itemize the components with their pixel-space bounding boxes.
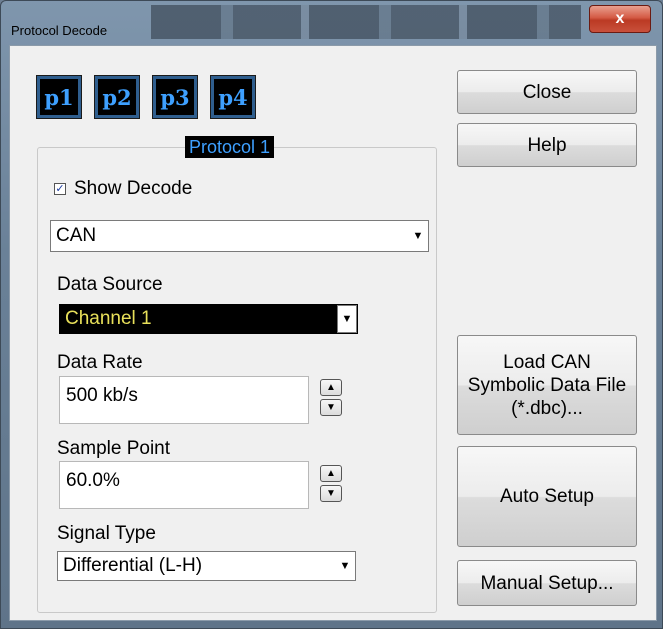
- protocol-decode-window: Protocol Decode x p1 p2 p3 p4 Protocol 1…: [0, 0, 663, 629]
- help-button[interactable]: Help: [457, 123, 637, 167]
- protocol-group-title: Protocol 1: [185, 136, 275, 158]
- chevron-down-icon: ▼: [337, 305, 357, 333]
- window-title: Protocol Decode: [11, 23, 108, 38]
- window-close-icon[interactable]: x: [589, 5, 651, 33]
- data-source-value: Channel 1: [65, 308, 152, 329]
- protocol-tab-p4[interactable]: p4: [210, 75, 256, 119]
- data-rate-down-button[interactable]: ▼: [320, 399, 342, 416]
- protocol-tab-p3[interactable]: p3: [152, 75, 198, 119]
- protocol-tab-p1[interactable]: p1: [36, 75, 82, 119]
- chevron-down-icon: ▼: [412, 230, 424, 242]
- show-decode-row[interactable]: ✓ Show Decode: [54, 178, 192, 200]
- show-decode-label: Show Decode: [74, 178, 193, 199]
- sample-point-down-button[interactable]: ▼: [320, 485, 342, 502]
- sample-point-up-button[interactable]: ▲: [320, 465, 342, 482]
- sample-point-field[interactable]: 60.0%: [59, 461, 309, 509]
- show-decode-checkbox[interactable]: ✓: [54, 183, 66, 195]
- data-rate-up-button[interactable]: ▲: [320, 379, 342, 396]
- data-source-label: Data Source: [57, 274, 163, 295]
- protocol-tab-p2[interactable]: p2: [94, 75, 140, 119]
- data-rate-field[interactable]: 500 kb/s: [59, 376, 309, 424]
- auto-setup-button[interactable]: Auto Setup: [457, 446, 637, 547]
- close-button[interactable]: Close: [457, 70, 637, 114]
- signal-type-value: Differential (L-H): [63, 555, 203, 576]
- titlebar-background: [151, 5, 581, 39]
- load-can-dbc-button[interactable]: Load CAN Symbolic Data File (*.dbc)...: [457, 335, 637, 435]
- data-rate-label: Data Rate: [57, 352, 143, 373]
- dialog-client-area: p1 p2 p3 p4 Protocol 1 ✓ Show Decode CAN…: [9, 45, 657, 621]
- sample-point-label: Sample Point: [57, 438, 171, 459]
- protocol-type-select[interactable]: CAN ▼: [50, 220, 429, 252]
- signal-type-label: Signal Type: [57, 523, 156, 544]
- protocol-type-value: CAN: [56, 225, 97, 246]
- signal-type-select[interactable]: Differential (L-H) ▼: [57, 551, 356, 581]
- data-source-select[interactable]: Channel 1 ▼: [59, 304, 358, 334]
- chevron-down-icon: ▼: [339, 560, 351, 572]
- manual-setup-button[interactable]: Manual Setup...: [457, 560, 637, 606]
